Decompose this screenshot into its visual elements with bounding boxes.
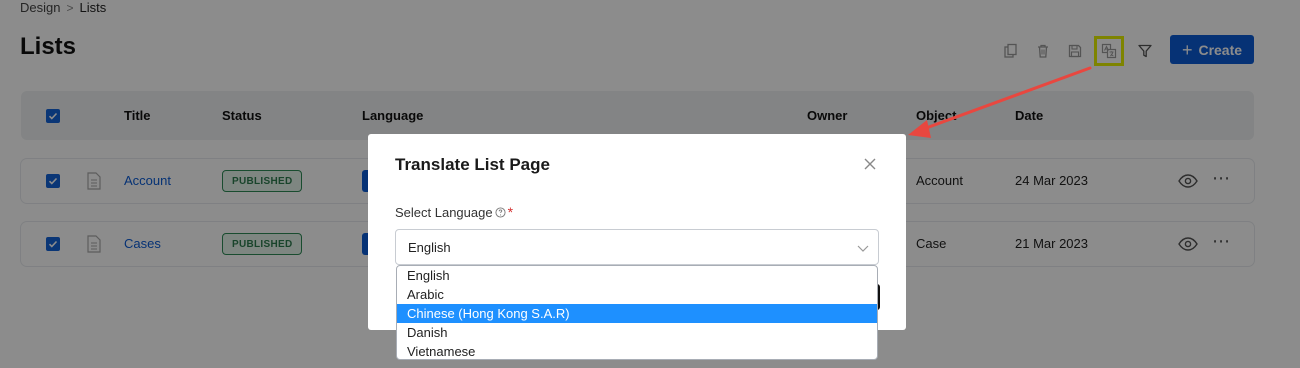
- language-option-english[interactable]: English: [397, 266, 877, 285]
- dialog-title: Translate List Page: [395, 155, 550, 174]
- language-option-chinese-hk[interactable]: Chinese (Hong Kong S.A.R): [397, 304, 877, 323]
- language-option-arabic[interactable]: Arabic: [397, 285, 877, 304]
- language-select[interactable]: English: [395, 229, 879, 265]
- language-label-text: Select Language: [395, 204, 493, 220]
- language-option-danish[interactable]: Danish: [397, 323, 877, 342]
- help-icon[interactable]: [495, 206, 506, 218]
- language-field-label: Select Language *: [395, 204, 513, 220]
- chevron-down-icon: [857, 245, 869, 252]
- language-dropdown-list: English Arabic Chinese (Hong Kong S.A.R)…: [396, 265, 878, 360]
- language-option-vietnamese[interactable]: Vietnamese: [397, 342, 877, 359]
- close-icon[interactable]: [862, 156, 878, 172]
- required-indicator: *: [507, 204, 514, 220]
- language-select-value: English: [408, 240, 451, 255]
